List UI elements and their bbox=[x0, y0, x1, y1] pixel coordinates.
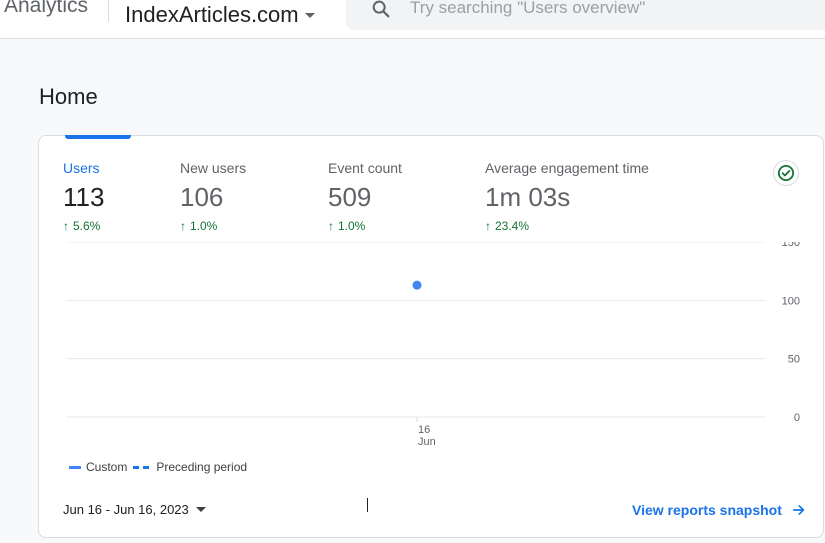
top-bar: Analytics IndexArticles.com Try searchin… bbox=[0, 0, 825, 39]
legend-label-custom: Custom bbox=[86, 460, 128, 474]
metric-value: 509 bbox=[328, 182, 372, 212]
metric-new-users[interactable]: New users 106 ↑ 1.0% bbox=[180, 160, 246, 233]
date-range-selector[interactable]: Jun 16 - Jun 16, 2023 bbox=[63, 502, 206, 517]
metric-avg-engagement-time[interactable]: Average engagement time 1m 03s ↑ 23.4% bbox=[485, 160, 649, 233]
metric-delta: ↑ 1.0% bbox=[328, 219, 402, 233]
property-name: IndexArticles.com bbox=[125, 2, 299, 27]
metric-value: 1m 03s bbox=[485, 182, 571, 212]
arrow-up-icon: ↑ bbox=[63, 219, 69, 233]
metric-value: 106 bbox=[180, 182, 224, 212]
arrow-up-icon: ↑ bbox=[180, 219, 186, 233]
check-circle-icon bbox=[777, 164, 795, 182]
app-name: Analytics bbox=[4, 0, 89, 17]
y-tick-label: 150 bbox=[782, 242, 800, 249]
metric-delta: ↑ 1.0% bbox=[180, 219, 246, 233]
metric-delta: ↑ 5.6% bbox=[63, 219, 104, 233]
users-line-chart: 150 100 50 0 16Jun bbox=[67, 242, 800, 447]
metric-label: Average engagement time bbox=[485, 160, 649, 176]
x-tick-label-day: 16 bbox=[418, 424, 430, 436]
legend-swatch-preceding bbox=[133, 465, 150, 469]
search-placeholder: Try searching "Users overview" bbox=[410, 0, 646, 17]
arrow-up-icon: ↑ bbox=[328, 219, 334, 233]
view-reports-snapshot-label: View reports snapshot bbox=[632, 502, 782, 518]
date-range-label: Jun 16 - Jun 16, 2023 bbox=[63, 502, 189, 517]
data-point bbox=[412, 280, 422, 290]
insights-check-button[interactable] bbox=[773, 160, 799, 186]
chevron-down-icon bbox=[304, 12, 315, 18]
metric-delta-value: 5.6% bbox=[73, 219, 101, 233]
metric-delta-value: 23.4% bbox=[495, 219, 530, 233]
metric-delta-value: 1.0% bbox=[190, 219, 218, 233]
metric-delta-value: 1.0% bbox=[338, 219, 366, 233]
metric-users[interactable]: Users 113 ↑ 5.6% bbox=[63, 160, 104, 233]
legend-label-preceding: Preceding period bbox=[156, 460, 248, 474]
metric-delta: ↑ 23.4% bbox=[485, 219, 649, 233]
arrow-right-icon bbox=[792, 505, 805, 515]
metric-label: New users bbox=[180, 160, 247, 176]
metric-value: 113 bbox=[63, 182, 105, 212]
chevron-down-icon bbox=[195, 507, 206, 512]
y-tick-label: 0 bbox=[794, 412, 800, 424]
header-divider bbox=[108, 0, 109, 22]
metric-event-count[interactable]: Event count 509 ↑ 1.0% bbox=[328, 160, 402, 233]
y-tick-label: 100 bbox=[782, 295, 800, 307]
metric-label: Users bbox=[63, 160, 100, 176]
text-cursor bbox=[367, 498, 368, 512]
search-icon bbox=[372, 0, 390, 18]
active-tab-indicator bbox=[65, 135, 131, 139]
view-reports-snapshot-link[interactable]: View reports snapshot bbox=[632, 502, 806, 518]
chart-legend: Custom Preceding period bbox=[69, 460, 247, 474]
property-selector[interactable]: IndexArticles.com bbox=[125, 2, 315, 28]
arrow-up-icon: ↑ bbox=[485, 219, 491, 233]
overview-card: Users 113 ↑ 5.6% New users 106 ↑ 1.0% Even… bbox=[38, 135, 824, 538]
search-bar[interactable]: Try searching "Users overview" bbox=[346, 0, 825, 30]
y-tick-label: 50 bbox=[788, 354, 800, 366]
page-title: Home bbox=[39, 84, 98, 109]
metric-label: Event count bbox=[328, 160, 402, 176]
legend-swatch-custom bbox=[69, 465, 81, 469]
x-tick-label-month: Jun bbox=[418, 436, 436, 447]
